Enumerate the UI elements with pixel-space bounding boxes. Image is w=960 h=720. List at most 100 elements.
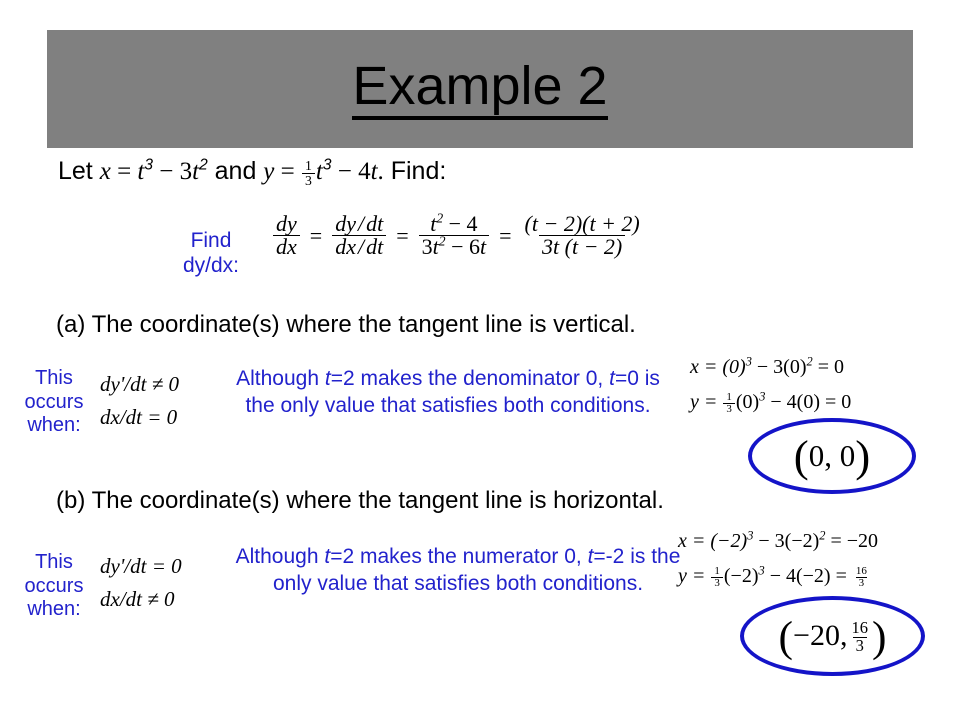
den-rest: − 6 — [445, 234, 480, 260]
part-b-y-mid: (−2) — [723, 565, 759, 587]
part-a-x-end: = 0 — [812, 356, 844, 378]
part-b-y-lead: y = — [678, 565, 711, 587]
part-b-x-lead: x = (−2) — [678, 530, 748, 552]
part-a-condition-1: dy'/dt ≠ 0 — [100, 372, 180, 396]
answer-b-open-paren: ( — [778, 612, 794, 661]
fraction-dy-dx: dy dx — [273, 211, 300, 259]
find-dydx-line2: dy/dx: — [182, 254, 240, 278]
part-b-occurs-line1: This — [35, 551, 73, 573]
part-b-answer-fraction: 16 3 — [848, 617, 871, 655]
x-minus-term: − 3 — [153, 158, 193, 185]
dxdt-denominator: dx/dt — [332, 234, 387, 260]
part-a-answer-value: 0, 0 — [808, 438, 856, 473]
part-b-conditions: dy'/dt = 0 dx/dt ≠ 0 — [100, 550, 182, 615]
part-a-substitutions: x = (0)3 − 3(0)2 = 0 y = 1 3 (0)3 − 4(0) =… — [690, 350, 851, 420]
part-a-x-substitution: x = (0)3 − 3(0)2 = 0 — [690, 350, 851, 385]
part-b-answer-lead: −20, — [793, 619, 848, 652]
part-a-condition-2: dx/dt = 0 — [100, 404, 178, 429]
part-b-answer-fnum: 16 — [851, 617, 868, 637]
part-b-answer-circled: (−20, 16 3) — [740, 596, 925, 676]
part-b-y-fnum: 1 — [714, 565, 720, 577]
find-label: Find: — [383, 157, 447, 185]
equals-sign-2: = — [396, 222, 409, 248]
equals-sign-1: = — [309, 222, 323, 248]
factored-denominator: 3t (t − 2) — [539, 235, 626, 258]
part-b-x-substitution: x = (−2)3 − 3(−2)2 = −20 — [678, 524, 878, 559]
part-b-y-fraction: 13 — [711, 565, 723, 589]
title-banner: Example 2 — [47, 30, 913, 148]
part-b-y-result-fraction: 16 3 — [853, 565, 870, 589]
x-exponent-2: 2 — [199, 156, 208, 174]
dt-part-2: dt — [366, 234, 384, 260]
part-b-prompt: (b) The coordinate(s) where the tangent … — [56, 487, 664, 514]
fraction-t2minus4-over-3t2minus6t: t2 − 4 3t2 − 6t — [418, 211, 490, 260]
slide-canvas: Example 2 Let x = t3 − 3t2 and y = 1 3 t3 … — [0, 0, 960, 720]
answer-a-close-paren: ) — [855, 431, 871, 482]
factored-numerator: (t − 2)(t + 2) — [524, 211, 640, 236]
y-term-t2: t — [370, 158, 378, 185]
part-b-explain-seg1: Although — [235, 545, 325, 568]
part-b-condition-2: dx/dt ≠ 0 — [100, 586, 175, 611]
dt-part: dt — [366, 211, 384, 236]
y-minus-term: − 4 — [331, 158, 371, 185]
part-a-occurs-line3: when: — [27, 414, 81, 437]
part-a-prompt: (a) The coordinate(s) where the tangent … — [56, 311, 636, 338]
x-exponent-3: 3 — [144, 156, 153, 174]
part-b-explain-seg2: =2 makes the numerator 0, — [330, 545, 588, 568]
fraction-dydt-dxdt: dy/dt dx/dt — [332, 211, 387, 260]
dy-part: dy — [335, 211, 356, 236]
part-a-y-fraction: 13 — [723, 391, 735, 415]
part-b-occurs-line3: when: — [27, 598, 81, 621]
slash-1: / — [357, 211, 365, 236]
part-b-occurs-label: This occurs when: — [8, 551, 100, 622]
answer-b-close-paren: ) — [871, 612, 887, 661]
dy-numerator: dy — [276, 211, 297, 236]
y-equals: = — [274, 158, 302, 185]
dydt-numerator: dy/dt — [332, 211, 386, 236]
given-functions-line: Let x = t3 − 3t2 and y = 1 3 t3 − 4t. Find… — [58, 156, 446, 187]
part-a-occurs-line1: This — [35, 367, 73, 389]
part-a-x-lead: x = (0) — [690, 356, 746, 378]
conjunction-and: and — [207, 157, 264, 185]
part-a-explain-seg2: =2 makes the denominator 0, — [330, 367, 610, 390]
fraction-factored: (t − 2)(t + 2) 3t (t − 2) — [522, 211, 643, 259]
part-a-y-lead: y = — [690, 391, 723, 413]
part-b-explanation: Although t=2 makes the numerator 0, t=-2… — [233, 544, 683, 598]
part-b-y-rnum: 16 — [855, 565, 867, 577]
part-a-occurs-line2: occurs — [24, 390, 84, 413]
den-t2: t — [479, 234, 487, 260]
dx-denominator: dx — [273, 235, 300, 258]
numerator-t2-minus-4: t2 − 4 — [427, 211, 480, 236]
part-b-y-substitution: y = 1 3 (−2)3 − 4(−2) = 16 3 — [678, 559, 878, 594]
part-b-condition-1: dy'/dt = 0 — [100, 554, 182, 578]
part-b-substitutions: x = (−2)3 − 3(−2)2 = −20 y = 1 3 (−2)3 − 4… — [678, 524, 878, 594]
part-b-y-mid2: − 4(−2) = — [764, 565, 852, 587]
denominator-3t2-minus-6t: 3t2 − 6t — [418, 234, 490, 260]
part-a-explanation: Although t=2 makes the denominator 0, t=… — [233, 366, 663, 420]
let-prefix: Let — [58, 157, 100, 185]
fraction-denominator: 3 — [302, 172, 315, 188]
derivative-equation: dy dx = dy/dt dx/dt = t2 − 4 3t2 − 6t = … — [272, 211, 644, 260]
fraction-numerator: 1 — [305, 157, 312, 173]
x-equals: = — [110, 158, 138, 185]
den-exponent: 2 — [438, 234, 446, 250]
part-b-y-fden: 3 — [711, 577, 723, 589]
part-a-y-fnum: 1 — [726, 391, 732, 403]
part-b-y-rden: 3 — [855, 577, 868, 589]
slash-2: / — [357, 234, 365, 260]
page-title: Example 2 — [352, 57, 608, 121]
x-variable: x — [99, 158, 111, 185]
part-a-conditions: dy'/dt ≠ 0 dx/dt = 0 — [100, 368, 179, 433]
part-a-x-mid: − 3(0) — [751, 356, 807, 378]
find-dydx-line1: Find — [190, 229, 232, 252]
part-a-y-end: − 4(0) = 0 — [765, 391, 852, 413]
answer-a-open-paren: ( — [793, 431, 809, 482]
part-a-y-mid: (0) — [735, 391, 760, 413]
part-b-occurs-line2: occurs — [24, 574, 84, 597]
part-b-answer-fden: 3 — [852, 636, 867, 655]
one-third-fraction: 13 — [302, 157, 315, 188]
num-rest: − 4 — [443, 211, 478, 236]
part-b-x-end: = −20 — [825, 530, 879, 552]
part-a-explain-seg1: Although — [236, 367, 325, 390]
find-dydx-label: Find dy/dx: — [168, 228, 254, 278]
